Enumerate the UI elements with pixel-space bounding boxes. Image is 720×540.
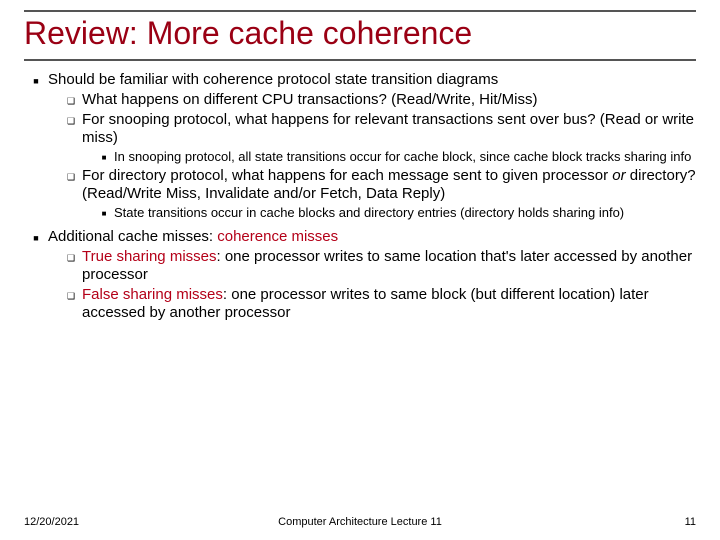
footer-page-number: 11 <box>685 516 696 528</box>
bullet-level3: ■ In snooping protocol, all state transi… <box>94 149 696 165</box>
slide-title: Review: More cache coherence <box>24 10 696 61</box>
bullet-text: Should be familiar with coherence protoc… <box>48 71 696 89</box>
bullet-level2: ❑ For directory protocol, what happens f… <box>60 167 696 203</box>
hollow-square-bullet-icon: ❑ <box>60 91 82 109</box>
red-text: False sharing misses <box>82 286 223 303</box>
hollow-square-bullet-icon: ❑ <box>60 286 82 322</box>
italic-text: or <box>612 167 625 184</box>
text-part: For directory protocol, what happens for… <box>82 167 612 184</box>
bullet-level2: ❑ What happens on different CPU transact… <box>60 91 696 109</box>
hollow-square-bullet-icon: ❑ <box>60 248 82 284</box>
slide-body: ■ Should be familiar with coherence prot… <box>24 71 696 322</box>
text-part: Additional cache misses: <box>48 228 217 245</box>
bullet-text: True sharing misses: one processor write… <box>82 248 696 284</box>
bullet-level2: ❑ False sharing misses: one processor wr… <box>60 286 696 322</box>
slide: Review: More cache coherence ■ Should be… <box>0 0 720 540</box>
hollow-square-bullet-icon: ❑ <box>60 111 82 147</box>
square-bullet-icon: ■ <box>94 205 114 221</box>
bullet-text: What happens on different CPU transactio… <box>82 91 696 109</box>
bullet-text: State transitions occur in cache blocks … <box>114 205 696 221</box>
square-bullet-icon: ■ <box>24 228 48 246</box>
bullet-level3: ■ State transitions occur in cache block… <box>94 205 696 221</box>
square-bullet-icon: ■ <box>94 149 114 165</box>
bullet-level2: ❑ For snooping protocol, what happens fo… <box>60 111 696 147</box>
bullet-level1: ■ Additional cache misses: coherence mis… <box>24 228 696 246</box>
bullet-text: False sharing misses: one processor writ… <box>82 286 696 322</box>
bullet-text: For snooping protocol, what happens for … <box>82 111 696 147</box>
bullet-text: For directory protocol, what happens for… <box>82 167 696 203</box>
bullet-text: Additional cache misses: coherence misse… <box>48 228 696 246</box>
hollow-square-bullet-icon: ❑ <box>60 167 82 203</box>
footer-title: Computer Architecture Lecture 11 <box>24 516 696 528</box>
red-text: coherence misses <box>217 228 338 245</box>
bullet-level1: ■ Should be familiar with coherence prot… <box>24 71 696 89</box>
bullet-level2: ❑ True sharing misses: one processor wri… <box>60 248 696 284</box>
red-text: True sharing misses <box>82 248 217 265</box>
bullet-text: In snooping protocol, all state transiti… <box>114 149 696 165</box>
square-bullet-icon: ■ <box>24 71 48 89</box>
